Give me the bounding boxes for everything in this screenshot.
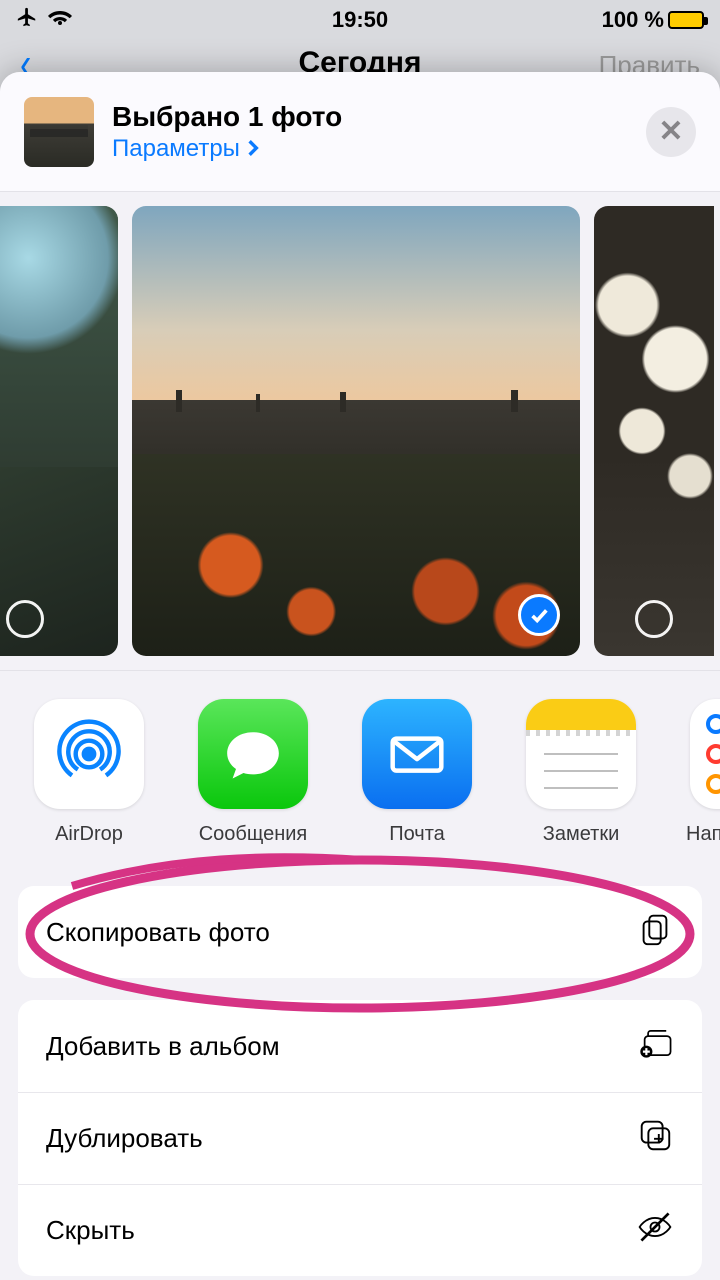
messages-icon xyxy=(198,699,308,809)
selection-ring-icon[interactable] xyxy=(635,600,673,638)
battery-percent: 100 % xyxy=(602,7,664,33)
share-app-airdrop[interactable]: AirDrop xyxy=(34,699,144,846)
action-label: Добавить в альбом xyxy=(46,1031,280,1062)
action-label: Скопировать фото xyxy=(46,917,270,948)
action-duplicate[interactable]: Дублировать xyxy=(18,1092,702,1184)
wifi-icon xyxy=(48,5,72,35)
share-sheet-header: Выбрано 1 фото Параметры ✕ xyxy=(0,72,720,192)
copy-icon xyxy=(636,910,674,955)
battery-icon xyxy=(668,11,704,29)
selection-ring-icon[interactable] xyxy=(6,600,44,638)
selected-photo-thumbnail xyxy=(24,97,94,167)
share-app-notes[interactable]: Заметки xyxy=(526,699,636,846)
selected-check-icon[interactable] xyxy=(518,594,560,636)
duplicate-icon xyxy=(636,1116,674,1161)
action-add-to-album[interactable]: Добавить в альбом xyxy=(18,1000,702,1092)
share-app-label: Сообщения xyxy=(198,823,308,846)
close-button[interactable]: ✕ xyxy=(646,107,696,157)
options-label: Параметры xyxy=(112,135,240,163)
chevron-right-icon xyxy=(246,136,260,164)
share-app-mail[interactable]: Почта xyxy=(362,699,472,846)
share-app-reminders[interactable]: Напоминания xyxy=(690,699,720,846)
actions-list: Скопировать фото Добавить в альбом Дубли… xyxy=(18,886,702,1276)
share-app-messages[interactable]: Сообщения xyxy=(198,699,308,846)
hide-icon xyxy=(636,1208,674,1253)
action-label: Скрыть xyxy=(46,1215,135,1246)
mail-icon xyxy=(362,699,472,809)
add-to-album-icon xyxy=(636,1024,674,1069)
options-button[interactable]: Параметры xyxy=(112,135,646,163)
selection-title: Выбрано 1 фото xyxy=(112,101,646,133)
action-copy-photo[interactable]: Скопировать фото xyxy=(18,886,702,978)
status-bar: 19:50 100 % xyxy=(0,0,720,40)
photo-thumbnail[interactable] xyxy=(594,206,714,656)
airplane-mode-icon xyxy=(16,6,38,34)
share-app-label: Заметки xyxy=(526,823,636,846)
notes-icon xyxy=(526,699,636,809)
share-apps-row[interactable]: AirDrop Сообщения Почта Заметки Напомина… xyxy=(0,671,720,866)
reminders-icon xyxy=(690,699,720,809)
share-app-label: AirDrop xyxy=(34,823,144,846)
airdrop-icon xyxy=(34,699,144,809)
action-label: Дублировать xyxy=(46,1123,203,1154)
share-app-label: Напоминания xyxy=(686,823,720,846)
action-hide[interactable]: Скрыть xyxy=(18,1184,702,1276)
close-icon: ✕ xyxy=(658,114,683,149)
share-app-label: Почта xyxy=(362,823,472,846)
photo-thumbnail[interactable] xyxy=(0,206,118,656)
photo-thumbnail-selected[interactable] xyxy=(132,206,580,656)
share-sheet: Выбрано 1 фото Параметры ✕ xyxy=(0,72,720,1280)
photo-selection-strip[interactable] xyxy=(0,192,720,671)
